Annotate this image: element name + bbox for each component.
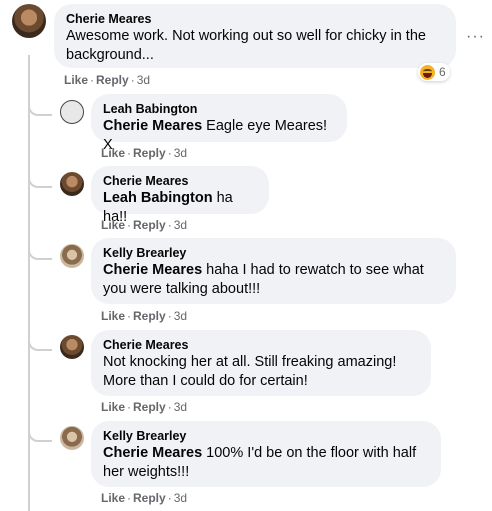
- haha-icon: [420, 64, 435, 80]
- thread-branch: [28, 424, 52, 442]
- comment-bubble: Kelly Brearley Cherie Meares haha I had …: [91, 238, 456, 304]
- mention-link[interactable]: Cherie Meares: [103, 445, 202, 461]
- comment-author[interactable]: Leah Babington: [103, 101, 335, 117]
- like-button[interactable]: Like: [101, 309, 125, 323]
- comment-actions: Like · Reply · 3d: [64, 73, 151, 87]
- comment-text: Not knocking her at all. Still freaking …: [103, 354, 397, 389]
- mention-link[interactable]: Leah Babington: [103, 190, 213, 206]
- comment-author[interactable]: Cherie Meares: [103, 173, 257, 189]
- like-button[interactable]: Like: [64, 73, 88, 87]
- timestamp[interactable]: 3d: [174, 309, 187, 323]
- comment-bubble: Cherie Meares Leah Babington ha ha!!: [91, 166, 269, 225]
- avatar[interactable]: [60, 244, 84, 268]
- comment-bubble: Leah Babington Cherie Meares Eagle eye M…: [91, 94, 347, 153]
- thread-branch: [28, 333, 52, 351]
- comment-author[interactable]: Cherie Meares: [103, 337, 419, 353]
- timestamp[interactable]: 3d: [174, 400, 187, 414]
- like-button[interactable]: Like: [101, 218, 125, 232]
- thread-line: [28, 55, 30, 511]
- comment-actions: Like · Reply · 3d: [101, 218, 188, 232]
- timestamp[interactable]: 3d: [174, 491, 187, 505]
- reply-button[interactable]: Reply: [133, 218, 166, 232]
- comment-author[interactable]: Cherie Meares: [66, 11, 444, 27]
- comment-actions: Like · Reply · 3d: [101, 309, 188, 323]
- avatar[interactable]: [60, 172, 84, 196]
- avatar[interactable]: [60, 100, 84, 124]
- comment-bubble: Cherie Meares Awesome work. Not working …: [54, 4, 456, 68]
- avatar[interactable]: [12, 4, 46, 38]
- like-button[interactable]: Like: [101, 400, 125, 414]
- reply-button[interactable]: Reply: [96, 73, 129, 87]
- mention-link[interactable]: Cherie Meares: [103, 118, 202, 134]
- like-button[interactable]: Like: [101, 146, 125, 160]
- comment-actions: Like · Reply · 3d: [101, 146, 188, 160]
- comment-author[interactable]: Kelly Brearley: [103, 245, 444, 261]
- avatar[interactable]: [60, 426, 84, 450]
- more-options-icon[interactable]: ···: [466, 28, 485, 46]
- reply-button[interactable]: Reply: [133, 146, 166, 160]
- reply-button[interactable]: Reply: [133, 400, 166, 414]
- reaction-count: 6: [439, 65, 446, 79]
- comment-bubble: Kelly Brearley Cherie Meares 100% I'd be…: [91, 421, 441, 487]
- reply-button[interactable]: Reply: [133, 309, 166, 323]
- thread-branch: [28, 170, 52, 188]
- timestamp[interactable]: 3d: [137, 73, 150, 87]
- timestamp[interactable]: 3d: [174, 218, 187, 232]
- thread-branch: [28, 242, 52, 260]
- comment-bubble: Cherie Meares Not knocking her at all. S…: [91, 330, 431, 396]
- comment-author[interactable]: Kelly Brearley: [103, 428, 429, 444]
- reply-button[interactable]: Reply: [133, 491, 166, 505]
- comment-text: Awesome work. Not working out so well fo…: [66, 28, 426, 63]
- reaction-summary[interactable]: 6: [418, 63, 450, 81]
- mention-link[interactable]: Cherie Meares: [103, 262, 202, 278]
- avatar[interactable]: [60, 335, 84, 359]
- comment-actions: Like · Reply · 3d: [101, 491, 188, 505]
- timestamp[interactable]: 3d: [174, 146, 187, 160]
- like-button[interactable]: Like: [101, 491, 125, 505]
- comment-actions: Like · Reply · 3d: [101, 400, 188, 414]
- thread-branch: [28, 98, 52, 116]
